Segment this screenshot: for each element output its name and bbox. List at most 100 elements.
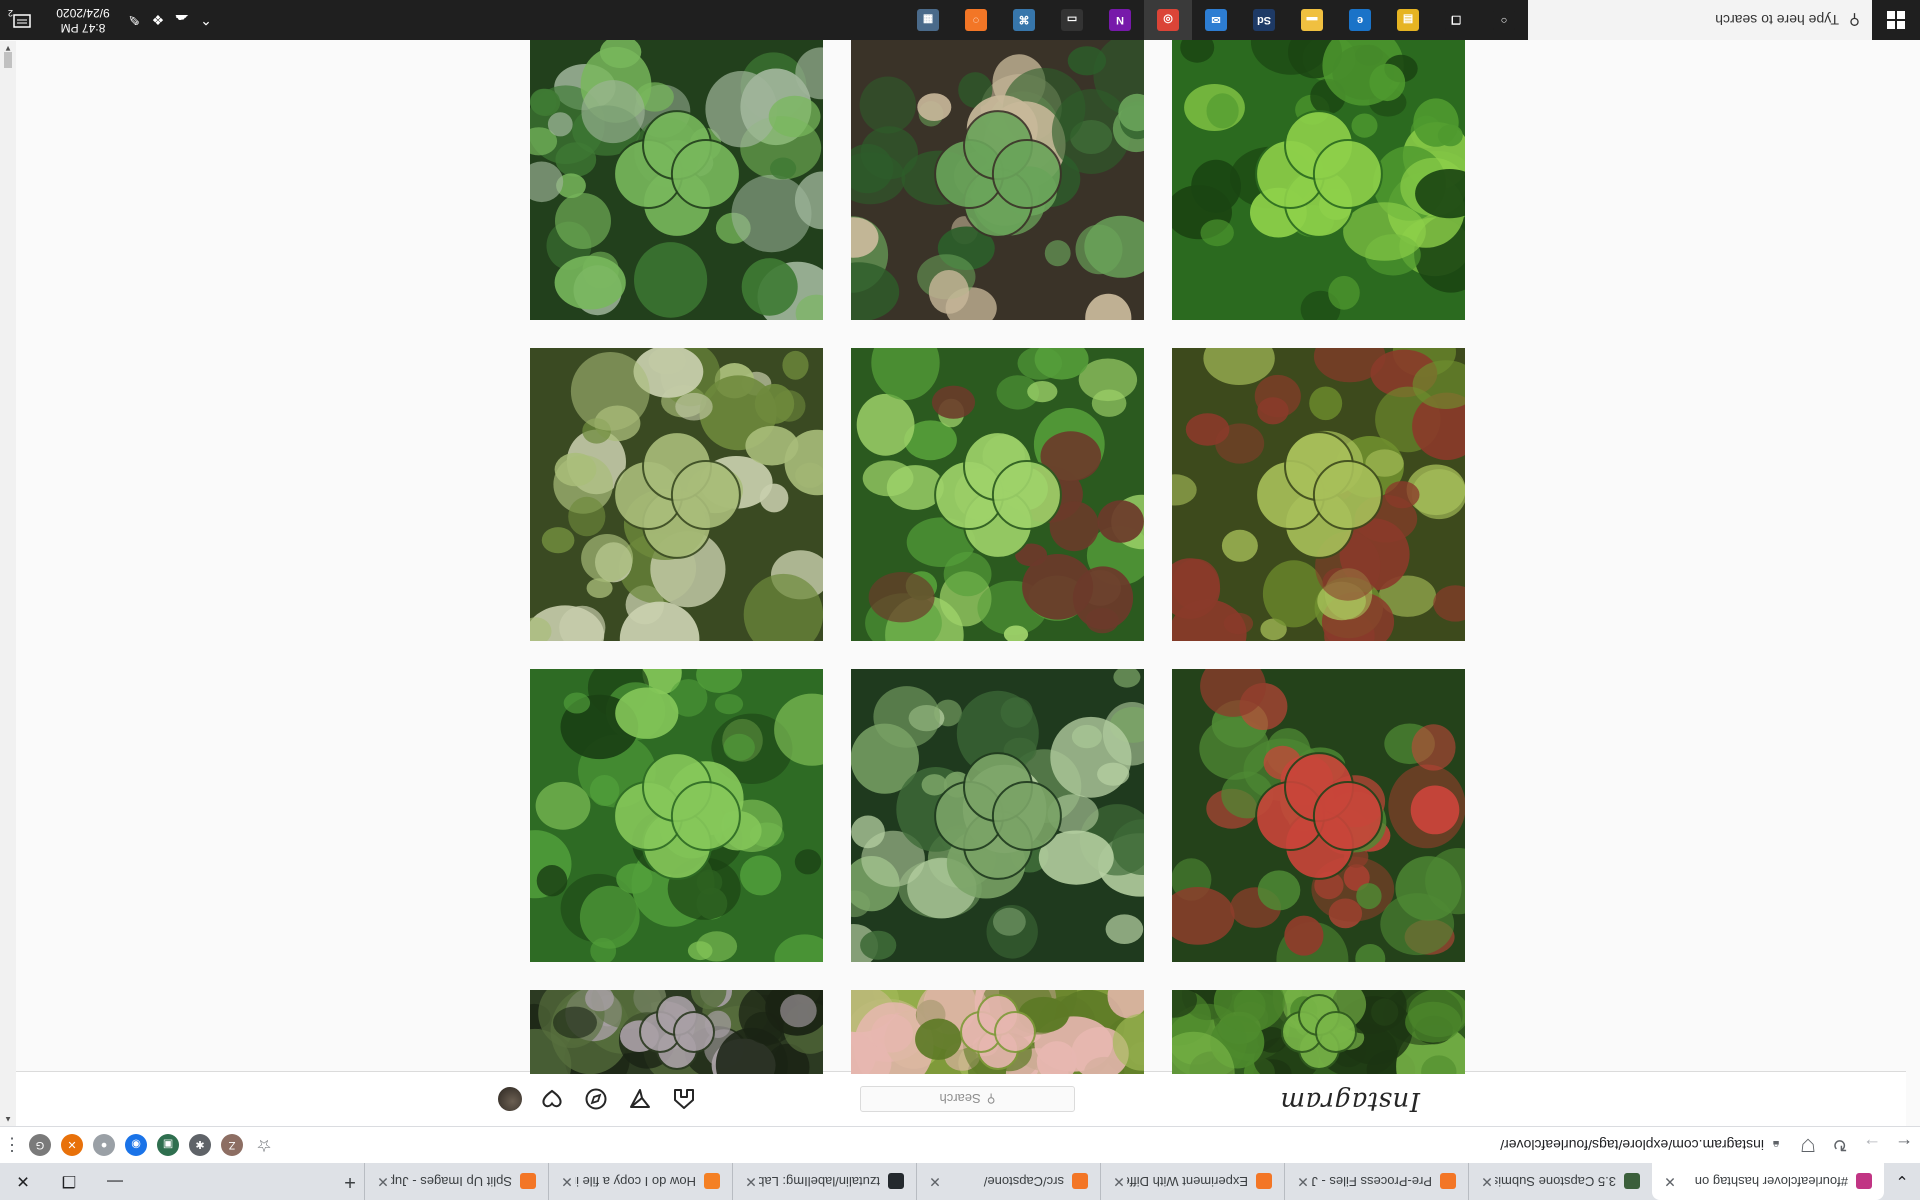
post-thumbnail[interactable] <box>1172 348 1465 641</box>
photoshop-icon[interactable]: Sd <box>1240 0 1288 40</box>
browser-tab[interactable]: tzutalin/labelImg: Label ✕ <box>732 1163 916 1200</box>
jupyter-icon <box>1440 1173 1456 1190</box>
taskbar-search-input[interactable]: ⚲ Type here to search <box>1528 0 1872 40</box>
browser-tab-title: Experiment With Different <box>1127 1174 1248 1189</box>
page-scrollbar[interactable]: ▲ ▼ <box>0 41 16 1126</box>
browser-tab[interactable]: #fourleafclover hashtag on ✕ <box>1652 1163 1884 1200</box>
search-icon: ⚲ <box>986 1092 996 1106</box>
browser-tab[interactable]: How do I copy a file in Pyth✕ <box>548 1163 732 1200</box>
cortana-icon[interactable]: ○ <box>1480 0 1528 40</box>
explore-compass-icon[interactable] <box>582 1085 610 1113</box>
forward-icon[interactable]: → <box>1856 1129 1888 1161</box>
edge-icon[interactable]: e <box>1336 0 1384 40</box>
dropbox-icon[interactable]: ❖ <box>146 12 170 29</box>
post-thumbnail[interactable] <box>851 348 1144 641</box>
home-icon[interactable] <box>670 1085 698 1113</box>
onedrive-icon[interactable]: ☁ <box>170 12 194 29</box>
chrome-glyph: ◎ <box>1157 9 1179 31</box>
bookmark-star-icon[interactable]: ☆ <box>248 1135 280 1155</box>
close-tab-icon[interactable]: ✕ <box>375 1173 391 1190</box>
post-image <box>851 669 1144 962</box>
extensions-puzzle-icon[interactable]: ✱ <box>189 1134 211 1156</box>
back-icon[interactable]: ← <box>1888 1129 1920 1161</box>
profile-avatar-icon[interactable]: Z <box>221 1134 243 1156</box>
browser-tab[interactable]: src/Capstone/ ✕ <box>916 1163 1100 1200</box>
close-tab-icon[interactable]: ✕ <box>743 1173 759 1190</box>
instagram-logo[interactable]: Instagram <box>1280 1086 1420 1116</box>
direct-messages-icon[interactable] <box>626 1085 654 1113</box>
clock[interactable]: 8:47 PM 9/24/2020 <box>44 5 122 35</box>
activity-heart-icon[interactable] <box>538 1085 566 1113</box>
notification-count: 2 <box>8 8 14 18</box>
file-manager-icon[interactable]: ▬ <box>1288 0 1336 40</box>
scroll-up-icon[interactable]: ▲ <box>0 1112 16 1126</box>
post-thumbnail[interactable] <box>851 990 1144 1074</box>
onenote-icon[interactable]: N <box>1096 0 1144 40</box>
post-thumbnail[interactable] <box>530 990 823 1074</box>
scroll-down-icon[interactable]: ▼ <box>0 41 16 55</box>
system-tray: ⌃ ☁ ❖ ✎ 8:47 PM 9/24/2020 2 <box>0 0 218 40</box>
python-icon[interactable]: ⌘ <box>1000 0 1048 40</box>
post-image <box>1172 39 1465 320</box>
reload-icon[interactable]: ↻ <box>1824 1129 1856 1161</box>
jupyter-icon[interactable]: ◌ <box>952 0 1000 40</box>
posts-grid <box>530 39 1465 1074</box>
address-bar[interactable]: 🔒︎ instagram.com/explore/tags/fourleafcl… <box>308 1131 1788 1159</box>
post-thumbnail[interactable] <box>1172 669 1465 962</box>
terminal-icon[interactable]: ▭ <box>1048 0 1096 40</box>
clock-time: 8:47 PM <box>60 21 106 35</box>
close-tab-icon[interactable]: ✕ <box>1479 1173 1495 1190</box>
extension-x-icon[interactable]: ✕ <box>61 1134 83 1156</box>
browser-tab-strip: ⌄ #fourleafclover hashtag on ✕ 3.5 Capston… <box>0 1163 1920 1200</box>
new-tab-button[interactable]: + <box>336 1163 364 1200</box>
browser-tab[interactable]: Experiment With Different✕ <box>1100 1163 1284 1200</box>
post-thumbnail[interactable] <box>530 39 823 320</box>
browser-tab-title: 3.5 Capstone Submission <box>1495 1174 1616 1189</box>
taskbar-search-placeholder: Type here to search <box>1715 12 1839 28</box>
post-thumbnail[interactable] <box>851 669 1144 962</box>
pen-icon[interactable]: ✎ <box>122 12 146 29</box>
close-tab-icon[interactable]: ✕ <box>1662 1173 1678 1190</box>
post-thumbnail[interactable] <box>530 348 823 641</box>
post-image <box>851 39 1144 320</box>
post-thumbnail[interactable] <box>851 39 1144 320</box>
profile-avatar[interactable] <box>498 1087 522 1111</box>
chevron-up-icon[interactable]: ⌃ <box>194 12 218 29</box>
instagram-icon <box>1856 1173 1872 1190</box>
extension-blue-icon[interactable]: ◉ <box>125 1134 147 1156</box>
mail-icon[interactable]: ✉ <box>1192 0 1240 40</box>
close-window-icon[interactable]: ✕ <box>0 1163 46 1200</box>
file-explorer-icon[interactable]: ▤ <box>1384 0 1432 40</box>
task-view-icon[interactable]: ❐ <box>1432 0 1480 40</box>
close-tab-icon[interactable]: ✕ <box>1295 1173 1311 1190</box>
post-image <box>851 348 1144 641</box>
calculator-icon[interactable]: ▦ <box>904 0 952 40</box>
lock-icon[interactable]: 🔒︎ <box>1764 1138 1788 1153</box>
browser-tab[interactable]: Split Up Images - Jupyter N✕ <box>364 1163 548 1200</box>
instagram-search-input[interactable]: ⚲ Search <box>860 1086 1075 1112</box>
close-tab-icon[interactable]: ✕ <box>927 1173 943 1190</box>
close-tab-icon[interactable]: ✕ <box>559 1173 575 1190</box>
post-thumbnail[interactable] <box>530 669 823 962</box>
jupyter-glyph: ◌ <box>965 9 987 31</box>
post-thumbnail[interactable] <box>1172 39 1465 320</box>
windows-start-icon[interactable] <box>1872 0 1920 40</box>
browser-tab[interactable]: Pre-Process Files - Jupyter✕ <box>1284 1163 1468 1200</box>
minimize-icon[interactable]: — <box>92 1163 138 1200</box>
task-view-glyph: ❐ <box>1445 9 1467 31</box>
browser-tab-title: Split Up Images - Jupyter N <box>391 1174 512 1189</box>
browser-menu-icon[interactable]: ⋮ <box>0 1135 24 1156</box>
restore-icon[interactable]: ❐ <box>46 1163 92 1200</box>
browser-tab-title: Pre-Process Files - Jupyter <box>1311 1174 1432 1189</box>
close-tab-icon[interactable]: ✕ <box>1111 1173 1127 1190</box>
notification-center-icon[interactable]: 2 <box>0 0 44 40</box>
extension-book-icon[interactable]: ▣ <box>157 1134 179 1156</box>
chrome-icon[interactable]: ◎ <box>1144 0 1192 40</box>
browser-tab[interactable]: 3.5 Capstone Submission✕ <box>1468 1163 1652 1200</box>
tab-search-icon[interactable]: ⌄ <box>1884 1163 1920 1200</box>
extension-g-icon[interactable]: G <box>29 1134 51 1156</box>
pocket-icon[interactable]: ⛉ <box>1792 1129 1824 1161</box>
post-thumbnail[interactable] <box>1172 990 1465 1074</box>
post-image <box>851 990 1144 1074</box>
extension-circle-icon[interactable]: ● <box>93 1134 115 1156</box>
